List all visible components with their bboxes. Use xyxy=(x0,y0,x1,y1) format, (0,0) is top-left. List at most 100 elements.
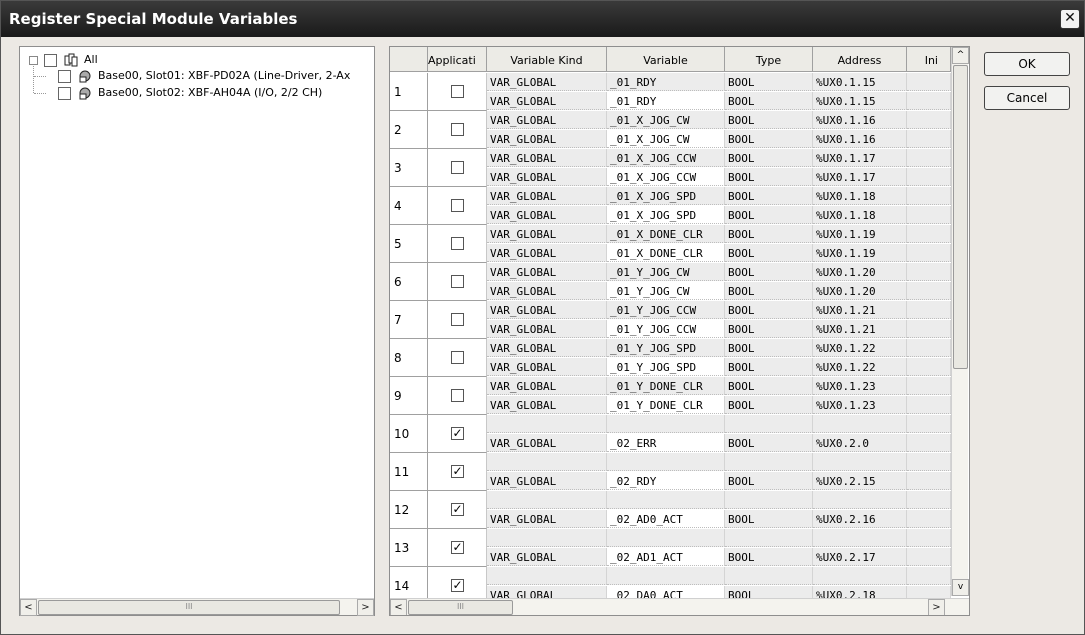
cell-addr: %UX0.1.17 xyxy=(813,149,907,167)
ok-button[interactable]: OK xyxy=(984,52,1070,76)
cell-var[interactable]: _01_RDY xyxy=(607,73,725,91)
column-header-variable[interactable]: Variable xyxy=(607,47,725,72)
table-row[interactable]: 9 VAR_GLOBAL _01_Y_DONE_CLR BOOL %UX0.1.23 VA… xyxy=(390,377,951,415)
cell-type: BOOL xyxy=(725,111,813,129)
scroll-right-icon[interactable]: > xyxy=(357,599,374,616)
cell-var[interactable] xyxy=(607,453,725,471)
cell-var[interactable]: _01_X_JOG_CW xyxy=(607,130,725,148)
table-row[interactable]: 2 VAR_GLOBAL _01_X_JOG_CW BOOL %UX0.1.16 VAR_… xyxy=(390,111,951,149)
application-checkbox[interactable] xyxy=(451,199,464,212)
cell-var[interactable]: _02_AD1_ACT xyxy=(607,548,725,566)
scroll-left-icon[interactable]: < xyxy=(20,599,37,616)
cell-kind: VAR_GLOBAL xyxy=(487,472,607,490)
scroll-thumb[interactable]: III xyxy=(408,600,513,615)
column-header-initial[interactable]: Ini xyxy=(907,47,951,72)
cell-init xyxy=(907,529,951,547)
cell-init xyxy=(907,320,951,338)
column-header-address[interactable]: Address xyxy=(813,47,907,72)
cell-init xyxy=(907,339,951,357)
cell-init xyxy=(907,149,951,167)
table-row[interactable]: 8 VAR_GLOBAL _01_Y_JOG_SPD BOOL %UX0.1.22 VAR… xyxy=(390,339,951,377)
scroll-thumb[interactable]: III xyxy=(38,600,340,615)
cell-var[interactable]: _01_Y_JOG_SPD xyxy=(607,358,725,376)
cell-var[interactable]: _01_Y_JOG_CW xyxy=(607,282,725,300)
tree-item-slot01[interactable]: Base00, Slot01: XBF-PD02A (Line-Driver, … xyxy=(58,68,350,84)
cell-type: BOOL xyxy=(725,472,813,490)
grid-hscrollbar[interactable]: < III > xyxy=(390,598,969,615)
cell-type: BOOL xyxy=(725,263,813,281)
cell-var[interactable]: _01_X_JOG_SPD xyxy=(607,187,725,205)
cell-var[interactable]: _01_Y_JOG_CW xyxy=(607,263,725,281)
cell-var[interactable]: _01_X_JOG_CCW xyxy=(607,168,725,186)
cell-var[interactable]: _01_Y_DONE_CLR xyxy=(607,377,725,395)
table-row[interactable]: 1 VAR_GLOBAL _01_RDY BOOL %UX0.1.15 VAR_GLOBA… xyxy=(390,73,951,111)
cell-addr xyxy=(813,453,907,471)
application-checkbox[interactable]: ✓ xyxy=(451,503,464,516)
cell-var[interactable]: _01_X_DONE_CLR xyxy=(607,225,725,243)
table-row[interactable]: 10 ✓ VAR_GLOBAL _02_ERR BOOL %UX0.2.0 xyxy=(390,415,951,453)
tree-hscrollbar[interactable]: < III > xyxy=(20,598,374,616)
cell-var[interactable]: _02_RDY xyxy=(607,472,725,490)
tree-root-checkbox[interactable] xyxy=(44,53,57,67)
cell-var[interactable]: _01_X_JOG_SPD xyxy=(607,206,725,224)
table-row[interactable]: 11 ✓ VAR_GLOBAL _02_RDY BOOL %UX0.2.15 xyxy=(390,453,951,491)
collapse-icon[interactable] xyxy=(29,56,38,65)
application-checkbox[interactable] xyxy=(451,313,464,326)
row-number: 12 xyxy=(390,491,428,529)
table-row[interactable]: 7 VAR_GLOBAL _01_Y_JOG_CCW BOOL %UX0.1.21 VAR… xyxy=(390,301,951,339)
cell-var[interactable] xyxy=(607,567,725,585)
column-header-application[interactable]: Applicati xyxy=(428,47,487,72)
scroll-down-icon[interactable]: v xyxy=(952,579,969,596)
cell-type: BOOL xyxy=(725,244,813,262)
tree-item-checkbox[interactable] xyxy=(58,69,71,83)
table-row[interactable]: 13 ✓ VAR_GLOBAL _02_AD1_ACT BOOL %UX0.2.17 xyxy=(390,529,951,567)
grid-vscrollbar[interactable]: ^ v xyxy=(951,47,969,596)
application-checkbox[interactable] xyxy=(451,351,464,364)
application-cell: ✓ xyxy=(428,529,487,567)
cell-var[interactable] xyxy=(607,415,725,433)
tree-item-checkbox[interactable] xyxy=(58,86,71,100)
cell-var[interactable]: _01_Y_JOG_CCW xyxy=(607,301,725,319)
scroll-right-icon[interactable]: > xyxy=(928,599,945,615)
cell-init xyxy=(907,301,951,319)
application-checkbox[interactable] xyxy=(451,275,464,288)
table-row[interactable]: 4 VAR_GLOBAL _01_X_JOG_SPD BOOL %UX0.1.18 VAR… xyxy=(390,187,951,225)
column-header-type[interactable]: Type xyxy=(725,47,813,72)
table-row[interactable]: 6 VAR_GLOBAL _01_Y_JOG_CW BOOL %UX0.1.20 VAR_… xyxy=(390,263,951,301)
scroll-left-icon[interactable]: < xyxy=(390,599,407,615)
application-checkbox[interactable]: ✓ xyxy=(451,579,464,592)
table-row[interactable]: 3 VAR_GLOBAL _01_X_JOG_CCW BOOL %UX0.1.17 VAR… xyxy=(390,149,951,187)
cell-var[interactable]: _01_Y_JOG_CCW xyxy=(607,320,725,338)
cell-var[interactable]: _01_Y_DONE_CLR xyxy=(607,396,725,414)
cell-var[interactable]: _01_X_JOG_CCW xyxy=(607,149,725,167)
scroll-up-icon[interactable]: ^ xyxy=(952,47,969,64)
cell-kind: VAR_GLOBAL xyxy=(487,301,607,319)
cancel-button[interactable]: Cancel xyxy=(984,86,1070,110)
cell-var[interactable] xyxy=(607,491,725,509)
scroll-thumb[interactable] xyxy=(953,65,968,369)
cell-var[interactable]: _01_RDY xyxy=(607,92,725,110)
cell-addr: %UX0.1.22 xyxy=(813,339,907,357)
application-checkbox[interactable]: ✓ xyxy=(451,541,464,554)
application-checkbox[interactable] xyxy=(451,389,464,402)
application-checkbox[interactable] xyxy=(451,85,464,98)
application-checkbox[interactable] xyxy=(451,237,464,250)
cell-var[interactable]: _01_X_DONE_CLR xyxy=(607,244,725,262)
row-number: 2 xyxy=(390,111,428,149)
application-checkbox[interactable]: ✓ xyxy=(451,427,464,440)
cell-var[interactable]: _01_Y_JOG_SPD xyxy=(607,339,725,357)
column-header-variable-kind[interactable]: Variable Kind xyxy=(487,47,607,72)
tree-item-slot02[interactable]: Base00, Slot02: XBF-AH04A (I/O, 2/2 CH) xyxy=(58,85,322,101)
cell-var[interactable]: _01_X_JOG_CW xyxy=(607,111,725,129)
row-number: 13 xyxy=(390,529,428,567)
tree-root[interactable]: All xyxy=(44,52,98,68)
table-row[interactable]: 12 ✓ VAR_GLOBAL _02_AD0_ACT BOOL %UX0.2.16 xyxy=(390,491,951,529)
cell-var[interactable]: _02_ERR xyxy=(607,434,725,452)
cell-var[interactable] xyxy=(607,529,725,547)
application-checkbox[interactable] xyxy=(451,123,464,136)
application-checkbox[interactable]: ✓ xyxy=(451,465,464,478)
table-row[interactable]: 5 VAR_GLOBAL _01_X_DONE_CLR BOOL %UX0.1.19 VA… xyxy=(390,225,951,263)
cell-var[interactable]: _02_AD0_ACT xyxy=(607,510,725,528)
application-checkbox[interactable] xyxy=(451,161,464,174)
close-button[interactable]: ✕ xyxy=(1060,9,1080,29)
